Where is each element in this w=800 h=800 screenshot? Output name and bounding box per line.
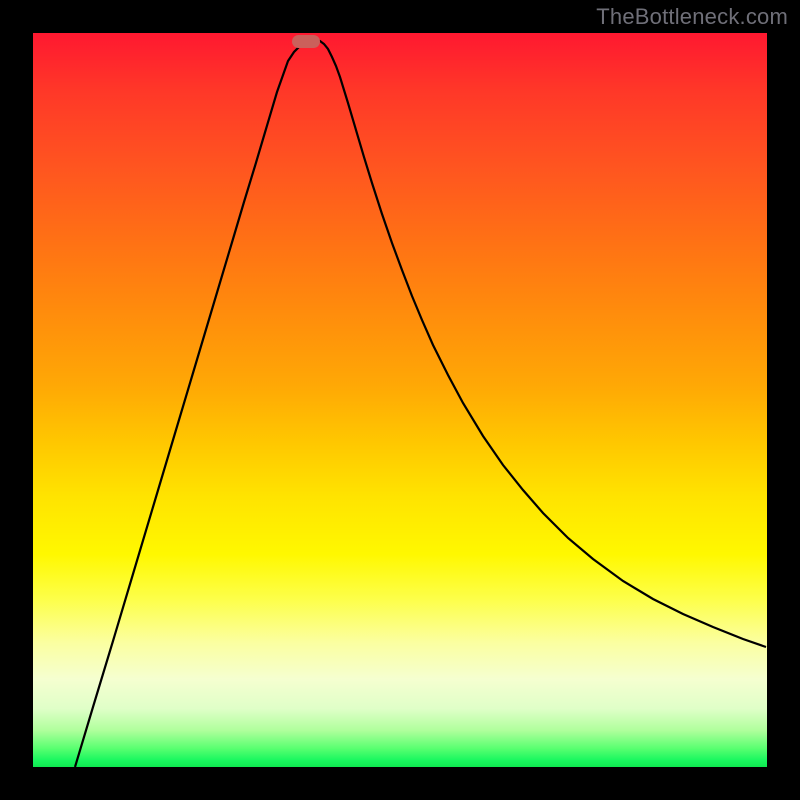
watermark-text: TheBottleneck.com <box>596 4 788 30</box>
bottleneck-curve <box>33 33 767 767</box>
optimal-marker <box>292 35 320 48</box>
plot-area <box>33 33 767 767</box>
chart-frame: TheBottleneck.com <box>0 0 800 800</box>
curve-path <box>75 40 766 767</box>
